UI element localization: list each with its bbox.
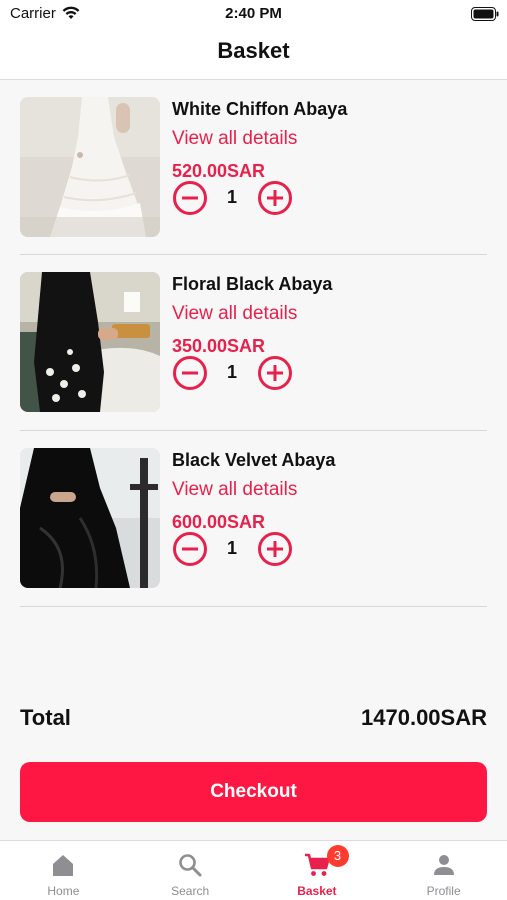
basket-item: Floral Black Abaya View all details 350.… — [20, 255, 487, 431]
white-abaya-photo[interactable] — [20, 97, 160, 237]
quantity-value: 1 — [226, 362, 237, 382]
item-price: 520.00SAR — [172, 161, 266, 181]
tab-basket-label: Basket — [297, 884, 337, 898]
total-label: Total — [20, 705, 71, 730]
black-velvet-abaya-photo[interactable] — [20, 448, 160, 588]
item-price: 600.00SAR — [172, 512, 266, 532]
status-bar: Carrier 2:40 PM — [0, 0, 507, 28]
tab-home-label: Home — [47, 884, 80, 898]
item-name: Floral Black Abaya — [172, 274, 333, 294]
status-time: 2:40 PM — [225, 5, 282, 22]
increase-quantity-icon[interactable] — [257, 180, 293, 216]
tab-basket[interactable]: 3 Basket — [254, 841, 381, 900]
view-details-link[interactable]: View all details — [172, 128, 297, 150]
item-name: Black Velvet Abaya — [172, 450, 336, 470]
tab-profile-label: Profile — [426, 884, 461, 898]
top-bar: Carrier 2:40 PM Basket — [0, 0, 507, 80]
view-details-link[interactable]: View all details — [172, 479, 297, 501]
tab-home[interactable]: Home — [0, 841, 127, 900]
tab-profile[interactable]: Profile — [380, 841, 507, 900]
tab-search[interactable]: Search — [127, 841, 254, 900]
home-icon — [49, 851, 77, 879]
quantity-value: 1 — [226, 538, 237, 558]
total-value: 1470.00SAR — [361, 705, 487, 730]
person-icon — [430, 851, 458, 879]
battery-icon — [471, 7, 499, 26]
item-price: 350.00SAR — [172, 336, 266, 356]
basket-item: Black Velvet Abaya View all details 600.… — [20, 431, 487, 607]
tab-search-label: Search — [171, 884, 210, 898]
basket-item: White Chiffon Abaya View all details 520… — [20, 80, 487, 255]
basket-item-list: White Chiffon Abaya View all details 520… — [20, 80, 487, 607]
page-title: Basket — [217, 38, 290, 63]
floral-black-abaya-photo[interactable] — [20, 272, 160, 412]
increase-quantity-icon[interactable] — [257, 531, 293, 567]
quantity-value: 1 — [226, 187, 237, 207]
decrease-quantity-icon[interactable] — [172, 355, 208, 391]
decrease-quantity-icon[interactable] — [172, 180, 208, 216]
item-name: White Chiffon Abaya — [172, 99, 348, 119]
tab-bar: Home Search 3 Basket Profile — [0, 840, 507, 900]
total-row: Total 1470.00SAR — [20, 705, 487, 735]
basket-count-badge: 3 — [326, 845, 349, 867]
view-details-link[interactable]: View all details — [172, 303, 297, 325]
checkout-button[interactable]: Checkout — [20, 762, 487, 822]
search-icon — [176, 851, 204, 879]
increase-quantity-icon[interactable] — [257, 355, 293, 391]
decrease-quantity-icon[interactable] — [172, 531, 208, 567]
